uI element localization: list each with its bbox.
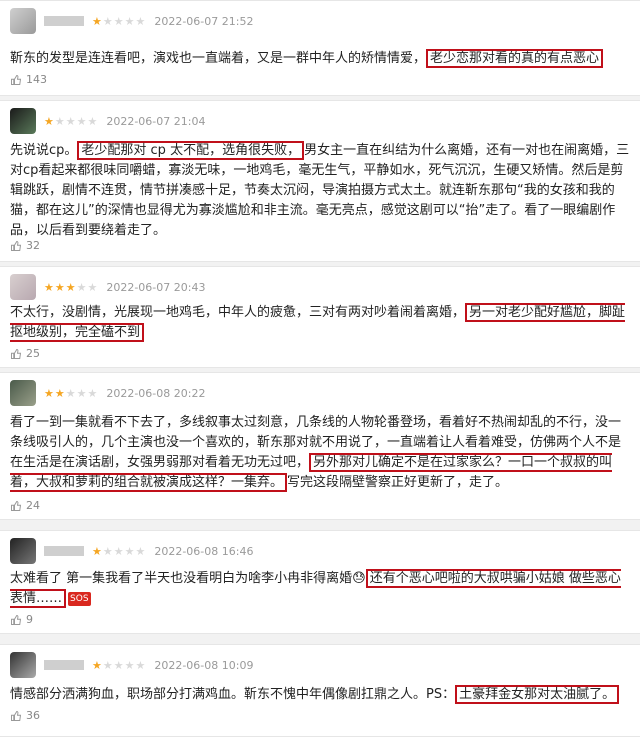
review-header: ★★★★★ 2022-06-07 20:43 [10, 274, 206, 300]
thumbs-up-icon [11, 710, 22, 721]
review-header: ★★★★★ 2022-06-08 20:22 [10, 380, 206, 406]
review-date: 2022-06-08 16:46 [154, 544, 254, 558]
review-header: ★★★★★ 2022-06-07 21:04 [10, 108, 206, 134]
review-text-part: 靳东的发型是连连看吧，演戏也一直端着，又是一群中年人的矫情情爱， [10, 51, 427, 66]
review-header: ★★★★★ 2022-06-08 10:09 [10, 652, 254, 678]
username-blurred[interactable] [44, 660, 84, 670]
star-rating: ★★★★★ [44, 386, 99, 400]
like-count: 9 [26, 613, 33, 626]
star-rating: ★★★★★ [92, 658, 147, 672]
review-date: 2022-06-08 20:22 [106, 386, 206, 400]
highlighted-phrase: 老少恋那对看的真的有点恶心 [426, 49, 604, 68]
avatar[interactable] [10, 652, 36, 678]
like-count: 24 [26, 499, 40, 512]
review-list: ★★★★★ 2022-06-07 21:52 靳东的发型是连连看吧，演戏也一直端… [0, 0, 640, 737]
review-header: ★★★★★ 2022-06-07 21:52 [10, 8, 254, 34]
avatar[interactable] [10, 380, 36, 406]
review-text: 太难看了 第一集我看了半天也没看明白为啥李小冉非得离婚😓 还有个恶心吧啦的大叔哄骗… [10, 569, 630, 609]
highlighted-phrase: 老少配那对 cp 太不配，选角很失败， [77, 141, 305, 160]
thumbs-up-icon [11, 74, 22, 85]
review-text: 情感部分洒满狗血，职场部分打满鸡血。靳东不愧中年偶像剧扛鼎之人。PS： 土豪拜金女… [10, 685, 630, 705]
review-card: ★★★★★ 2022-06-07 21:52 靳东的发型是连连看吧，演戏也一直端… [0, 0, 640, 96]
review-date: 2022-06-07 21:04 [106, 114, 206, 128]
review-text-part: 太难看了 第一集我看了半天也没看明白为啥李小冉非得离婚😓 [10, 571, 366, 586]
like-count: 32 [26, 239, 40, 252]
review-card: ★★★★★ 2022-06-07 21:04 先说说cp。 老少配那对 cp 太不… [0, 100, 640, 262]
thumbs-up-icon [11, 500, 22, 511]
like-count: 143 [26, 73, 47, 86]
like-count: 36 [26, 709, 40, 722]
avatar[interactable] [10, 538, 36, 564]
avatar[interactable] [10, 8, 36, 34]
highlighted-phrase: 土豪拜金女那对太油腻了。 [455, 685, 620, 704]
like-button[interactable]: 143 [10, 73, 47, 86]
avatar[interactable] [10, 274, 36, 300]
review-card: ★★★★★ 2022-06-07 20:43 不太行，没剧情，光展现一地鸡毛，中… [0, 266, 640, 368]
like-button[interactable]: 9 [10, 613, 33, 626]
review-text: 不太行，没剧情，光展现一地鸡毛，中年人的疲惫，三对有两对吵着闹着离婚， 另一对老少… [10, 303, 630, 343]
review-date: 2022-06-07 20:43 [106, 280, 206, 294]
star-rating: ★★★★★ [92, 544, 147, 558]
review-text: 看了一到一集就看不下去了，多线叙事太过刻意，几条线的人物轮番登场，看着好不热闹却… [10, 413, 630, 493]
thumbs-up-icon [11, 240, 22, 251]
review-text-part: 情感部分洒满狗血，职场部分打满鸡血。靳东不愧中年偶像剧扛鼎之人。PS： [10, 687, 456, 702]
review-date: 2022-06-07 21:52 [154, 14, 254, 28]
username-blurred[interactable] [44, 546, 84, 556]
review-text-part: 先说说cp。 [10, 143, 78, 158]
review-text: 靳东的发型是连连看吧，演戏也一直端着，又是一群中年人的矫情情爱， 老少恋那对看的真… [10, 49, 630, 69]
like-button[interactable]: 24 [10, 499, 40, 512]
review-text-part: 写完这段隔壁警察正好更新了，走了。 [287, 475, 509, 490]
like-button[interactable]: 32 [10, 239, 40, 252]
review-text-part: 不太行，没剧情，光展现一地鸡毛，中年人的疲惫，三对有两对吵着闹着离婚， [10, 305, 466, 320]
review-header: ★★★★★ 2022-06-08 16:46 [10, 538, 254, 564]
review-date: 2022-06-08 10:09 [154, 658, 254, 672]
thumbs-up-icon [11, 348, 22, 359]
review-text: 先说说cp。 老少配那对 cp 太不配，选角很失败， 男女主一直在纠结为什么离婚，还… [10, 141, 630, 241]
star-rating: ★★★★★ [44, 114, 99, 128]
like-button[interactable]: 36 [10, 709, 40, 722]
review-card: ★★★★★ 2022-06-08 20:22 看了一到一集就看不下去了，多线叙事… [0, 372, 640, 520]
username-blurred[interactable] [44, 16, 84, 26]
like-count: 25 [26, 347, 40, 360]
star-rating: ★★★★★ [92, 14, 147, 28]
review-card: ★★★★★ 2022-06-08 16:46 太难看了 第一集我看了半天也没看明… [0, 530, 640, 634]
thumbs-up-icon [11, 614, 22, 625]
like-button[interactable]: 25 [10, 347, 40, 360]
sos-emoji: SOS [68, 591, 91, 606]
avatar[interactable] [10, 108, 36, 134]
star-rating: ★★★★★ [44, 280, 99, 294]
review-card: ★★★★★ 2022-06-08 10:09 情感部分洒满狗血，职场部分打满鸡血… [0, 644, 640, 737]
